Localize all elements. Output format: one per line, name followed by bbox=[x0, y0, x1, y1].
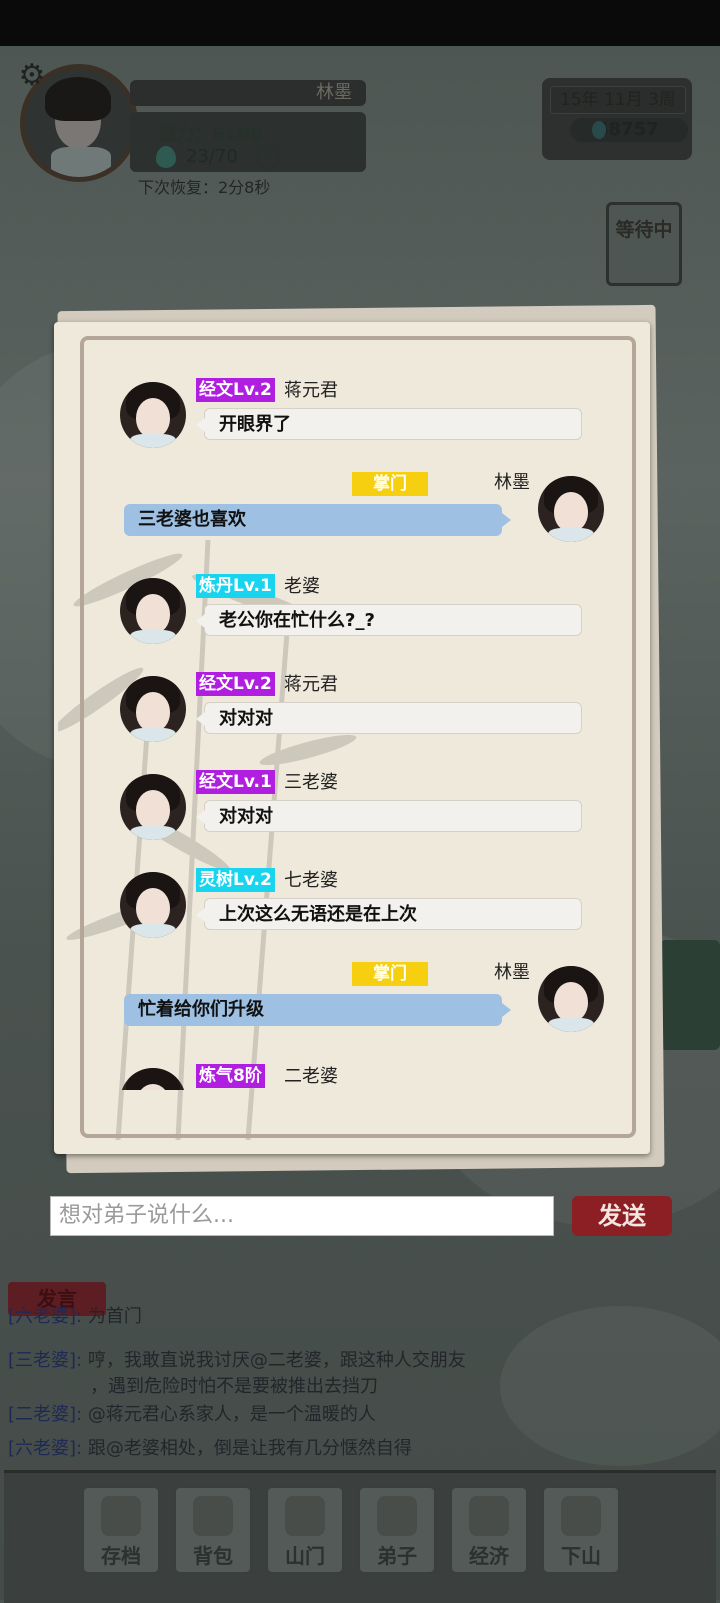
sender-name: 蒋元君 bbox=[284, 380, 338, 401]
feed-speaker: [三老婆]: bbox=[8, 1350, 83, 1371]
waiting-button[interactable]: 等待中 bbox=[606, 202, 682, 286]
disciple-avatar[interactable] bbox=[120, 1068, 186, 1090]
rank-badge: 灵树Lv.2 bbox=[196, 868, 275, 892]
feed-line: [六老婆]: 跟@老婆相处，倒是让我有几分惬然自得 bbox=[8, 1434, 412, 1460]
game-date: 15年 11月 3周 bbox=[550, 86, 686, 114]
spirit-stone-count: 58757 bbox=[570, 118, 688, 142]
nav-icon bbox=[469, 1496, 509, 1536]
chat-message: 经文Lv.2 蒋元君对对对 bbox=[84, 672, 632, 770]
message-bubble: 对对对 bbox=[196, 800, 582, 832]
nav-label: 山门 bbox=[285, 1544, 325, 1568]
nav-button[interactable]: 经济 bbox=[450, 1486, 528, 1574]
chat-message: 灵树Lv.2 七老婆上次这么无语还是在上次 bbox=[84, 868, 632, 966]
sender-name: 老婆 bbox=[284, 576, 320, 597]
nav-button[interactable]: 弟子 bbox=[358, 1486, 436, 1574]
nav-button[interactable]: 存档 bbox=[82, 1486, 160, 1574]
side-widget bbox=[660, 940, 720, 1050]
add-stamina-icon[interactable]: + bbox=[256, 145, 280, 169]
feed-text: 哼，我敢直说我讨厌@二老婆，跟这种人交朋友 bbox=[82, 1350, 466, 1371]
feed-line: [六老婆]: 为首门 bbox=[8, 1302, 142, 1328]
send-button[interactable]: 发送 bbox=[572, 1196, 672, 1236]
player-name: 林墨 bbox=[130, 80, 366, 106]
nav-button[interactable]: 背包 bbox=[174, 1486, 252, 1574]
rank-badge: 经文Lv.2 bbox=[196, 378, 275, 402]
rank-badge: 掌门 bbox=[352, 962, 428, 986]
nav-icon bbox=[377, 1496, 417, 1536]
sender-name: 林墨 bbox=[494, 472, 530, 493]
rank-badge: 经文Lv.1 bbox=[196, 770, 275, 794]
rank-badge: 炼丹Lv.1 bbox=[196, 574, 275, 598]
nav-label: 弟子 bbox=[377, 1544, 417, 1568]
rank-badge: 经文Lv.2 bbox=[196, 672, 275, 696]
stamina-icon bbox=[156, 146, 176, 168]
disciple-avatar[interactable] bbox=[538, 476, 604, 542]
rank-badge: 掌门 bbox=[352, 472, 428, 496]
chat-message: 掌门 林墨三老婆也喜欢 bbox=[84, 472, 632, 574]
message-bubble: 上次这么无语还是在上次 bbox=[196, 898, 582, 930]
message-bubble: 对对对 bbox=[196, 702, 582, 734]
message-bubble: 开眼界了 bbox=[196, 408, 582, 440]
disciple-avatar[interactable] bbox=[120, 578, 186, 644]
sender-name: 三老婆 bbox=[284, 772, 338, 793]
status-bar bbox=[0, 0, 720, 46]
chat-message: 掌门 林墨忙着给你们升级 bbox=[84, 962, 632, 1064]
chat-message: 炼气8阶 二老婆 bbox=[84, 1064, 632, 1090]
disciple-avatar[interactable] bbox=[538, 966, 604, 1032]
disciple-avatar[interactable] bbox=[120, 774, 186, 840]
nav-button[interactable]: 下山 bbox=[542, 1486, 620, 1574]
feed-text: @蒋元君心系家人，是一个温暖的人 bbox=[82, 1404, 376, 1425]
chat-message: 炼丹Lv.1 老婆老公你在忙什么?_? bbox=[84, 574, 632, 672]
nav-icon bbox=[101, 1496, 141, 1536]
feed-line: [三老婆]: 哼，我敢直说我讨厌@二老婆，跟这种人交朋友 bbox=[8, 1346, 466, 1372]
rank-badge: 炼气8阶 bbox=[196, 1064, 265, 1088]
nav-icon bbox=[193, 1496, 233, 1536]
disciple-avatar[interactable] bbox=[120, 382, 186, 448]
disciple-avatar[interactable] bbox=[120, 872, 186, 938]
stamina-value: 23/70 bbox=[186, 146, 238, 167]
message-bubble: 忙着给你们升级 bbox=[124, 994, 511, 1026]
feed-line: ，遇到危险时怕不是要被推出去挡刀 bbox=[90, 1372, 378, 1398]
nav-label: 下山 bbox=[561, 1544, 601, 1568]
feed-text: 跟@老婆相处，倒是让我有几分惬然自得 bbox=[82, 1438, 412, 1459]
message-bubble: 老公你在忙什么?_? bbox=[196, 604, 582, 636]
nav-icon bbox=[285, 1496, 325, 1536]
sender-name: 七老婆 bbox=[284, 870, 338, 891]
gear-icon[interactable]: ⚙ bbox=[14, 58, 50, 94]
message-input[interactable]: 想对弟子说什么... bbox=[50, 1196, 554, 1236]
power-value: 战力：6108 bbox=[158, 124, 263, 145]
nav-icon bbox=[561, 1496, 601, 1536]
feed-speaker: [六老婆]: bbox=[8, 1438, 83, 1459]
nav-button[interactable]: 山门 bbox=[266, 1486, 344, 1574]
nav-label: 存档 bbox=[101, 1544, 141, 1568]
feed-speaker: [二老婆]: bbox=[8, 1404, 83, 1425]
feed-text: ，遇到危险时怕不是要被推出去挡刀 bbox=[90, 1376, 378, 1397]
chat-message: 经文Lv.2 蒋元君开眼界了 bbox=[84, 378, 632, 476]
spirit-stone-icon bbox=[592, 121, 606, 139]
sender-name: 蒋元君 bbox=[284, 674, 338, 695]
feed-speaker: [六老婆]: bbox=[8, 1306, 83, 1327]
message-bubble: 三老婆也喜欢 bbox=[124, 504, 511, 536]
recover-timer: 下次恢复：2分8秒 bbox=[138, 178, 271, 197]
sender-name: 林墨 bbox=[494, 962, 530, 983]
feed-line: [二老婆]: @蒋元君心系家人，是一个温暖的人 bbox=[8, 1400, 376, 1426]
nav-label: 背包 bbox=[193, 1544, 233, 1568]
sender-name: 二老婆 bbox=[284, 1066, 338, 1087]
chat-list[interactable]: 经文Lv.2 蒋元君 开眼界了 掌门 林墨 三老婆也喜欢 炼丹Lv.1 老婆 老公你在忙什么?_… bbox=[84, 340, 632, 1090]
feed-text: 为首门 bbox=[82, 1306, 142, 1327]
nav-label: 经济 bbox=[469, 1544, 509, 1568]
chat-message: 经文Lv.1 三老婆对对对 bbox=[84, 770, 632, 868]
disciple-avatar[interactable] bbox=[120, 676, 186, 742]
